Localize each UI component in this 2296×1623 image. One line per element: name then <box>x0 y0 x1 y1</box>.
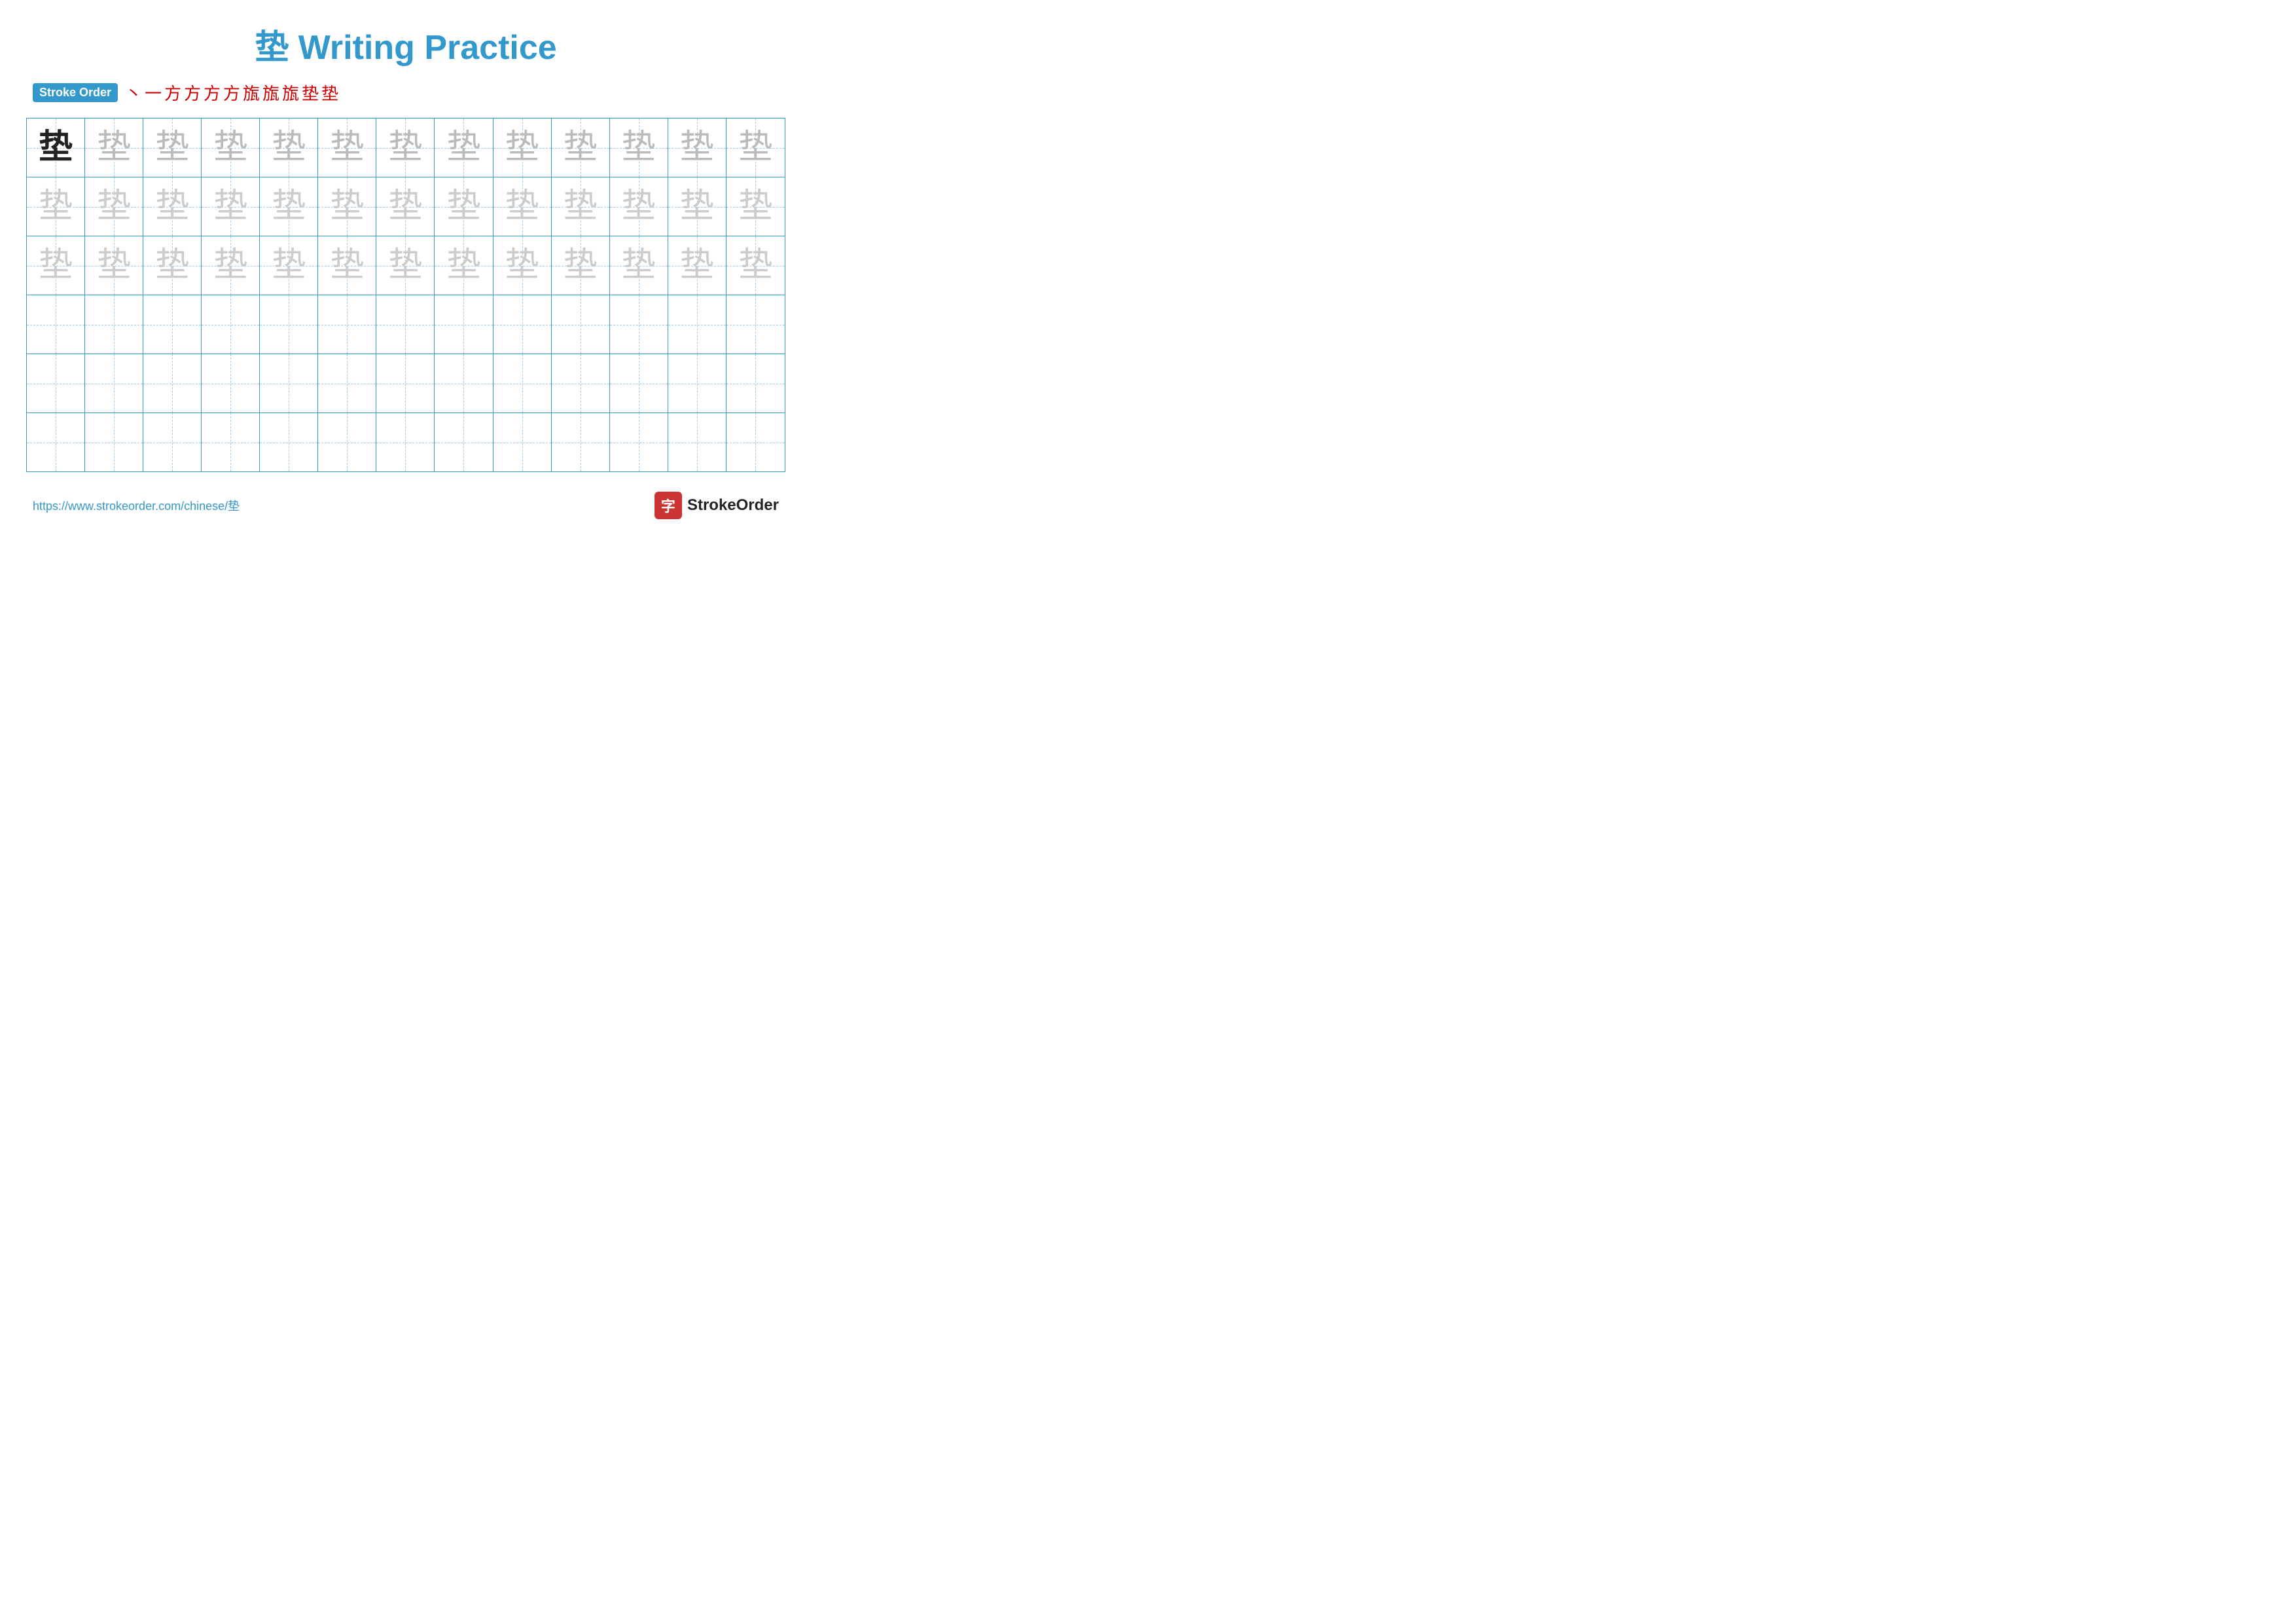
grid-cell: 垫 <box>493 177 552 236</box>
grid-cell <box>668 413 726 471</box>
grid-cell: 垫 <box>376 177 435 236</box>
grid-cell: 垫 <box>260 236 318 295</box>
grid-row-6 <box>27 413 785 471</box>
grid-cell: 垫 <box>493 119 552 177</box>
grid-cell <box>668 295 726 354</box>
stroke-sequence: 丶 一 方 方 方 方 旊 旊 旊 垫 垫 <box>124 81 339 105</box>
grid-cell: 垫 <box>493 236 552 295</box>
footer-brand: 字 StrokeOrder <box>655 492 779 519</box>
brand-icon: 字 <box>655 492 682 519</box>
grid-cell: 垫 <box>552 236 610 295</box>
grid-cell <box>668 354 726 412</box>
grid-row-4 <box>27 295 785 354</box>
grid-cell <box>376 413 435 471</box>
grid-cell <box>318 354 376 412</box>
grid-cell: 垫 <box>318 177 376 236</box>
grid-cell: 垫 <box>435 236 493 295</box>
practice-grid: 垫 垫 垫 垫 垫 垫 垫 垫 垫 垫 垫 垫 <box>26 118 785 472</box>
grid-cell <box>85 295 143 354</box>
grid-cell: 垫 <box>27 119 85 177</box>
grid-cell <box>27 295 85 354</box>
grid-cell: 垫 <box>143 177 202 236</box>
grid-row-5 <box>27 354 785 413</box>
grid-cell <box>552 354 610 412</box>
footer: https://www.strokeorder.com/chinese/垫 字 … <box>26 492 785 519</box>
page-title: 垫 Writing Practice <box>26 20 785 69</box>
grid-cell <box>726 413 785 471</box>
grid-cell: 垫 <box>668 177 726 236</box>
grid-row-2: 垫 垫 垫 垫 垫 垫 垫 垫 垫 垫 垫 垫 <box>27 177 785 236</box>
grid-cell <box>552 413 610 471</box>
grid-cell: 垫 <box>27 177 85 236</box>
grid-cell <box>610 413 668 471</box>
grid-cell <box>27 413 85 471</box>
grid-cell: 垫 <box>668 119 726 177</box>
brand-name: StrokeOrder <box>687 496 779 515</box>
stroke-order-badge: Stroke Order <box>33 83 118 102</box>
grid-cell: 垫 <box>260 119 318 177</box>
grid-cell <box>726 295 785 354</box>
grid-cell: 垫 <box>143 236 202 295</box>
grid-cell <box>260 413 318 471</box>
grid-cell: 垫 <box>85 177 143 236</box>
grid-cell <box>552 295 610 354</box>
grid-cell <box>376 295 435 354</box>
grid-cell <box>493 354 552 412</box>
stroke-order-row: Stroke Order 丶 一 方 方 方 方 旊 旊 旊 垫 垫 <box>26 81 785 105</box>
grid-cell: 垫 <box>202 177 260 236</box>
grid-cell: 垫 <box>376 119 435 177</box>
grid-cell <box>143 354 202 412</box>
grid-cell: 垫 <box>318 236 376 295</box>
grid-cell <box>143 413 202 471</box>
grid-cell: 垫 <box>610 119 668 177</box>
grid-cell <box>85 354 143 412</box>
grid-cell: 垫 <box>85 236 143 295</box>
grid-cell <box>435 295 493 354</box>
grid-cell: 垫 <box>260 177 318 236</box>
grid-cell: 垫 <box>435 119 493 177</box>
grid-cell <box>202 354 260 412</box>
grid-cell <box>610 354 668 412</box>
grid-cell <box>726 354 785 412</box>
grid-cell: 垫 <box>143 119 202 177</box>
grid-cell: 垫 <box>85 119 143 177</box>
grid-cell: 垫 <box>726 177 785 236</box>
grid-cell <box>610 295 668 354</box>
grid-cell: 垫 <box>726 236 785 295</box>
grid-cell: 垫 <box>435 177 493 236</box>
grid-cell: 垫 <box>318 119 376 177</box>
grid-cell <box>260 354 318 412</box>
grid-cell <box>493 413 552 471</box>
grid-cell: 垫 <box>668 236 726 295</box>
grid-cell: 垫 <box>202 236 260 295</box>
grid-cell: 垫 <box>552 177 610 236</box>
grid-cell <box>318 295 376 354</box>
footer-url[interactable]: https://www.strokeorder.com/chinese/垫 <box>33 497 240 514</box>
grid-cell <box>260 295 318 354</box>
grid-cell <box>376 354 435 412</box>
grid-cell: 垫 <box>726 119 785 177</box>
grid-cell <box>202 295 260 354</box>
grid-cell: 垫 <box>376 236 435 295</box>
grid-cell <box>435 354 493 412</box>
grid-cell: 垫 <box>27 236 85 295</box>
grid-row-1: 垫 垫 垫 垫 垫 垫 垫 垫 垫 垫 垫 垫 <box>27 119 785 177</box>
grid-cell <box>143 295 202 354</box>
grid-row-3: 垫 垫 垫 垫 垫 垫 垫 垫 垫 垫 垫 垫 <box>27 236 785 295</box>
grid-cell: 垫 <box>610 177 668 236</box>
grid-cell <box>435 413 493 471</box>
grid-cell <box>202 413 260 471</box>
grid-cell <box>318 413 376 471</box>
grid-cell: 垫 <box>202 119 260 177</box>
grid-cell <box>27 354 85 412</box>
grid-cell <box>493 295 552 354</box>
grid-cell: 垫 <box>610 236 668 295</box>
grid-cell: 垫 <box>552 119 610 177</box>
grid-cell <box>85 413 143 471</box>
